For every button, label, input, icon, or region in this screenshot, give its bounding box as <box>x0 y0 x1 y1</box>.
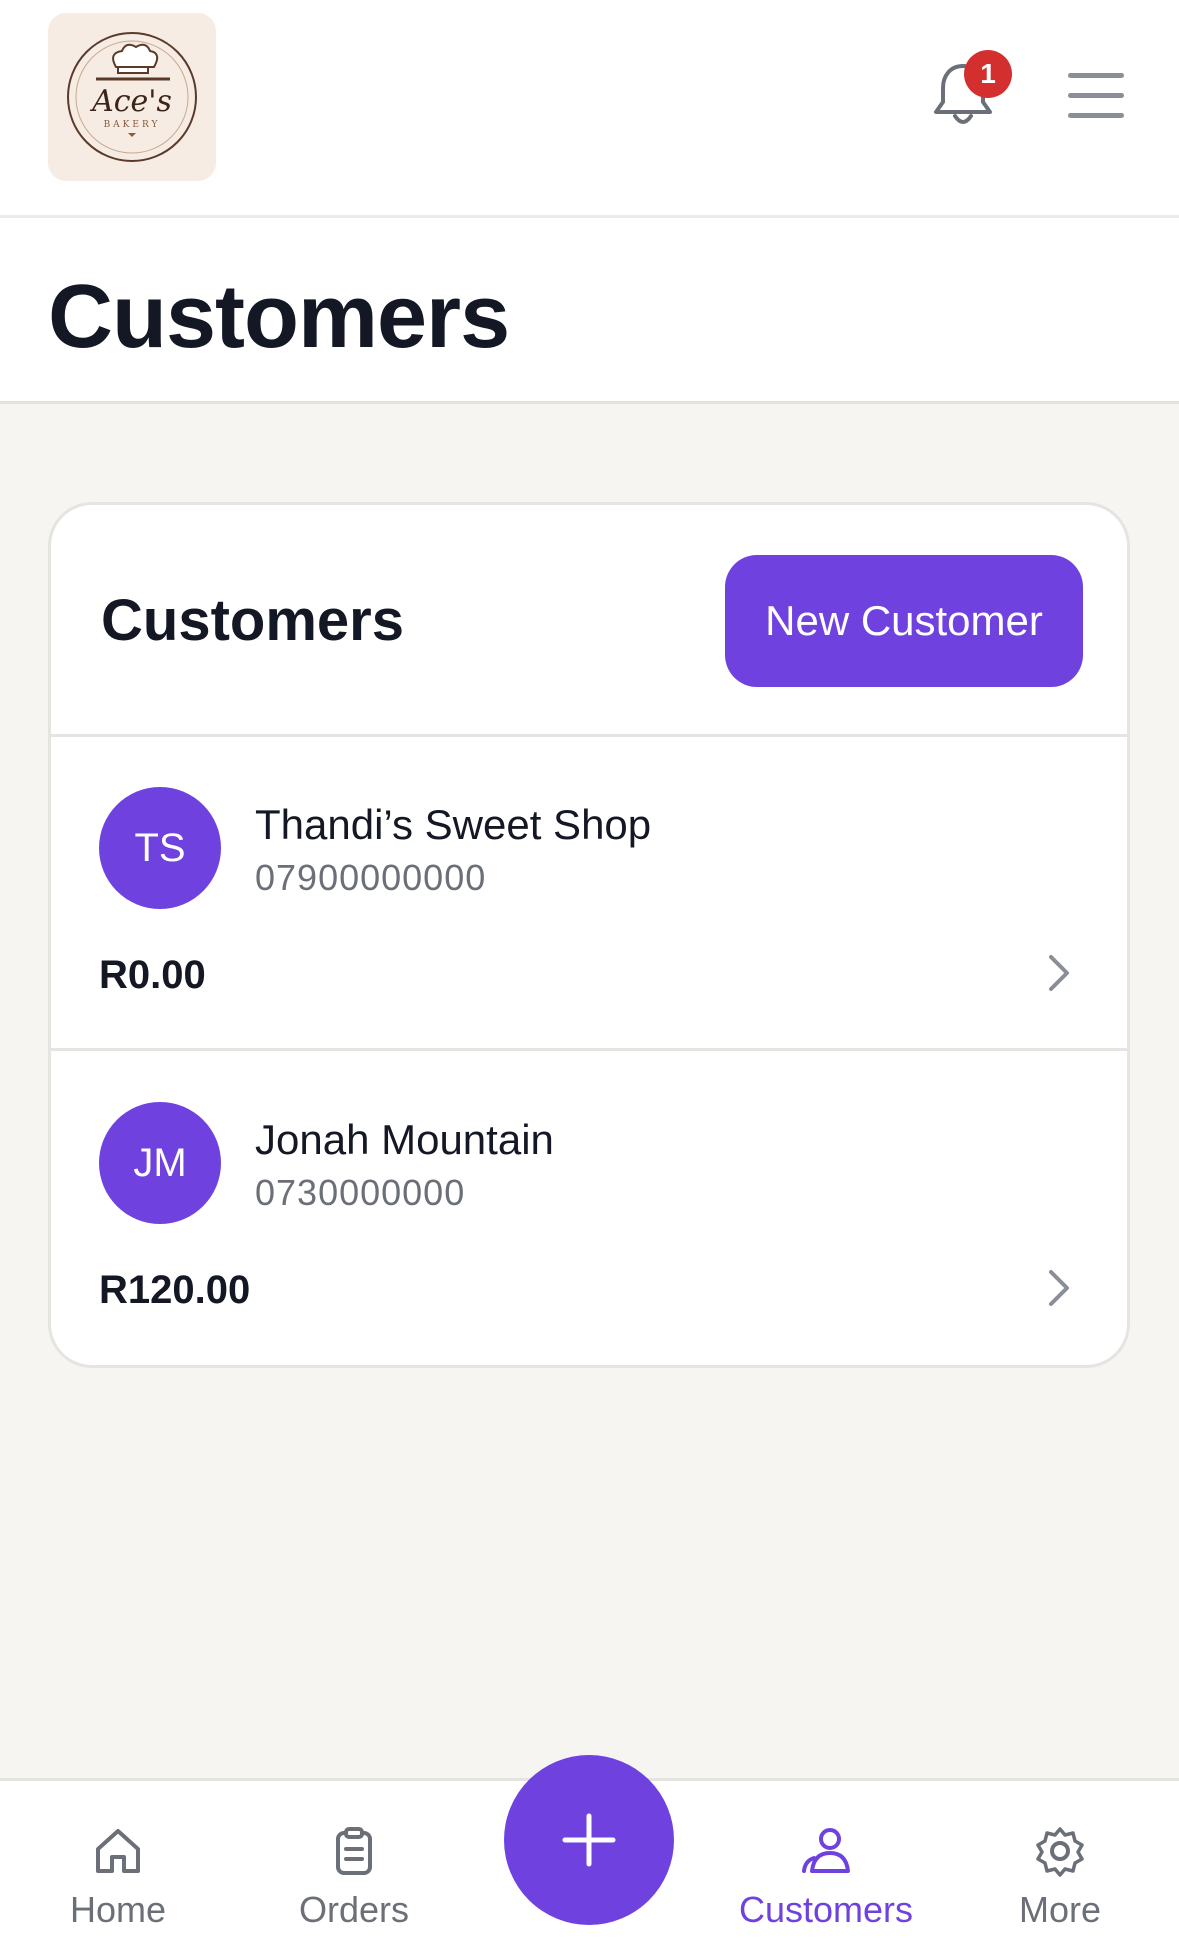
customers-card: Customers New Customer TS Thandi’s Sweet… <box>48 502 1130 1368</box>
menu-button[interactable] <box>1068 73 1124 119</box>
nav-home[interactable]: Home <box>18 1781 218 1948</box>
clipboard-icon <box>336 1827 372 1875</box>
avatar: JM <box>99 1102 221 1224</box>
notification-badge: 1 <box>964 50 1012 98</box>
customer-row[interactable]: TS Thandi’s Sweet Shop 07900000000 R0.00 <box>51 739 1127 1051</box>
nav-more[interactable]: More <box>960 1781 1160 1948</box>
svg-text:BAKERY: BAKERY <box>104 120 161 130</box>
card-title: Customers <box>101 588 404 653</box>
page-title: Customers <box>48 267 510 367</box>
customer-row[interactable]: JM Jonah Mountain 0730000000 R120.00 <box>51 1054 1127 1365</box>
top-app-bar: Ace's BAKERY 1 <box>0 0 1179 218</box>
gear-icon <box>1036 1827 1084 1877</box>
customer-name: Thandi’s Sweet Shop <box>255 801 652 848</box>
nav-orders[interactable]: Orders <box>254 1781 454 1948</box>
customer-balance: R0.00 <box>99 953 206 997</box>
customer-phone: 0730000000 <box>255 1172 466 1213</box>
customer-name: Jonah Mountain <box>255 1116 554 1163</box>
hamburger-icon <box>1068 73 1124 78</box>
nav-label: Home <box>69 1889 167 1930</box>
chevron-right-icon[interactable] <box>1045 1266 1075 1310</box>
customer-phone: 07900000000 <box>255 857 487 898</box>
nav-label: More <box>1018 1889 1102 1930</box>
app-logo[interactable]: Ace's BAKERY <box>48 13 216 181</box>
nav-label: Customers <box>738 1889 914 1930</box>
chevron-right-icon[interactable] <box>1045 951 1075 995</box>
add-fab-button[interactable] <box>504 1755 674 1925</box>
customer-balance: R120.00 <box>99 1268 251 1312</box>
nav-label: Orders <box>298 1889 410 1930</box>
page-title-bar: Customers <box>0 218 1179 404</box>
home-icon <box>96 1829 140 1873</box>
users-icon <box>802 1828 850 1873</box>
bakery-logo-icon: Ace's BAKERY <box>67 32 197 162</box>
plus-icon <box>562 1813 616 1867</box>
avatar: TS <box>99 787 221 909</box>
card-header: Customers New Customer <box>51 505 1127 737</box>
nav-customers[interactable]: Customers <box>728 1781 924 1948</box>
new-customer-button[interactable]: New Customer <box>725 555 1083 687</box>
svg-text:Ace's: Ace's <box>89 84 172 119</box>
